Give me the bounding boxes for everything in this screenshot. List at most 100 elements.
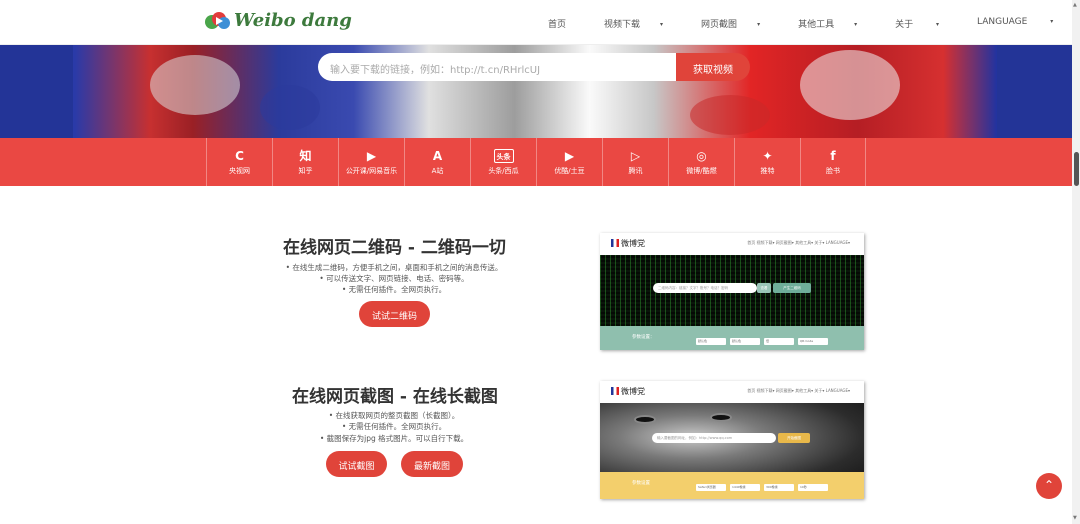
platform-label: 脸书 xyxy=(826,167,840,175)
platform-label: 微博/酷燃 xyxy=(686,167,717,175)
preview-param-bar: 参数设置 Safari浏览器 1440像素 300像素 10秒 xyxy=(600,472,864,499)
nav-item-home[interactable]: 首页 xyxy=(548,17,585,30)
screenshot-bullet: • 无需任何插件。全网页执行。 xyxy=(341,422,447,431)
nav-item-video-download[interactable]: 视频下载 ▾ xyxy=(604,17,682,30)
scrollbar-thumb[interactable] xyxy=(1074,152,1079,186)
platform-label: 腾讯 xyxy=(628,167,643,175)
platform-label: 优酷/土豆 xyxy=(554,167,585,175)
platform-label: 知乎 xyxy=(298,167,313,175)
eye-shape xyxy=(710,413,732,422)
platform-tencent[interactable]: ▷ 腾讯 xyxy=(602,138,668,186)
platform-toutiao[interactable]: 头条 头条/西瓜 xyxy=(470,138,536,186)
platform-label: 央视网 xyxy=(229,167,250,175)
platform-youku[interactable]: ▶ 优酷/土豆 xyxy=(536,138,602,186)
tencent-video-icon: ▷ xyxy=(630,149,641,163)
nav-item-webpage-screenshot[interactable]: 网页截图 ▾ xyxy=(701,17,779,30)
hero-paint-splash xyxy=(690,95,770,135)
preview-select: 低 xyxy=(764,338,794,345)
hero-banner: 输入要下载的链接，例如：http://t.cn/RHrlcUJ 获取视频 xyxy=(0,45,1072,138)
preview-param-bar: 参数设置： 默认色 默认色 低 QR Code xyxy=(600,326,864,350)
navbar: Weibo dang 首页 视频下载 ▾ 网页截图 ▾ 其他工具 ▾ 关于 ▾ LAN… xyxy=(0,0,1072,45)
platform-twitter[interactable]: ✦ 推特 xyxy=(734,138,800,186)
nav-item-about[interactable]: 关于 ▾ xyxy=(895,17,958,30)
preview-select: 10秒 xyxy=(798,484,828,491)
logo-icon xyxy=(205,11,231,31)
try-screenshot-button[interactable]: 试试截图 xyxy=(326,451,387,477)
facebook-icon: f xyxy=(830,149,836,163)
preview-select: 默认色 xyxy=(730,338,760,345)
preview-select: 默认色 xyxy=(696,338,726,345)
platform-label: 公开课/网易音乐 xyxy=(345,167,398,175)
preview-screenshot-input: 输入要截图的网址，例如：http://www.qq.com xyxy=(652,433,776,443)
latest-screenshots-button[interactable]: 最新截图 xyxy=(401,451,463,477)
platform-facebook[interactable]: f 脸书 xyxy=(800,138,866,186)
eye-shape xyxy=(634,415,656,424)
nav-item-language[interactable]: LANGUAGE ▾ xyxy=(977,17,1072,30)
hero-flag-stripe xyxy=(0,45,73,138)
preview-generate-button: 产生二维码 xyxy=(773,283,811,293)
logo[interactable]: Weibo dang xyxy=(205,10,352,31)
video-url-input[interactable]: 输入要下载的链接，例如：http://t.cn/RHrlcUJ xyxy=(318,53,676,81)
twitter-icon: ✦ xyxy=(762,149,773,163)
preview-select: QR Code xyxy=(798,338,828,345)
platform-label: 头条/西瓜 xyxy=(488,167,519,175)
video-play-icon: ▶ xyxy=(366,149,377,163)
platform-label: A站 xyxy=(431,167,444,175)
logo-text: Weibo dang xyxy=(234,10,352,31)
chevron-down-icon: ▾ xyxy=(757,21,761,28)
scroll-to-top-button[interactable]: ⌃ xyxy=(1036,473,1062,499)
screenshot-section-title: 在线网页截图 - 在线长截图 xyxy=(292,387,498,407)
flag-icon xyxy=(611,387,619,395)
preview-header: 微博党 首页 视频下载▾ 网页截图▾ 其他工具▾ 关于▾ LANGUAGE▾ xyxy=(600,233,864,255)
chevron-down-icon: ▾ xyxy=(854,21,858,28)
preview-nav: 首页 视频下载▾ 网页截图▾ 其他工具▾ 关于▾ LANGUAGE▾ xyxy=(747,388,850,393)
preview-start-button: 开始截图 xyxy=(778,433,810,443)
scroll-up-arrow-icon[interactable]: ▲ xyxy=(1073,2,1077,8)
screenshot-preview-image[interactable]: 微博党 首页 视频下载▾ 网页截图▾ 其他工具▾ 关于▾ LANGUAGE▾ 输… xyxy=(600,381,864,499)
youku-icon: ▶ xyxy=(564,149,575,163)
qr-bullet: • 可以传送文字、网页链接、电话、密码等。 xyxy=(319,274,469,283)
preview-header: 微博党 首页 视频下载▾ 网页截图▾ 其他工具▾ 关于▾ LANGUAGE▾ xyxy=(600,381,864,403)
preview-param-label: 参数设置： xyxy=(632,335,655,340)
hero-paint-splash xyxy=(800,50,900,120)
chevron-up-icon: ⌃ xyxy=(1043,478,1055,492)
preview-nav: 首页 视频下载▾ 网页截图▾ 其他工具▾ 关于▾ LANGUAGE▾ xyxy=(747,240,850,245)
get-video-button[interactable]: 获取视频 xyxy=(676,53,750,81)
zhihu-icon: 知 xyxy=(299,149,312,163)
scroll-down-arrow-icon[interactable]: ▼ xyxy=(1073,515,1077,521)
matrix-background: 二维码内容：链接？文字？账号？电话？密码 查看 产生二维码 xyxy=(600,255,864,326)
chevron-down-icon: ▾ xyxy=(936,21,940,28)
platform-weibo[interactable]: ◎ 微博/酷燃 xyxy=(668,138,734,186)
page: Weibo dang 首页 视频下载 ▾ 网页截图 ▾ 其他工具 ▾ 关于 ▾ LAN… xyxy=(0,0,1080,524)
preview-select: 300像素 xyxy=(764,484,794,491)
platform-zhihu[interactable]: 知 知乎 xyxy=(272,138,338,186)
preview-logo: 微博党 xyxy=(611,238,645,249)
preview-logo: 微博党 xyxy=(611,386,645,397)
preview-select: Safari浏览器 xyxy=(696,484,726,491)
preview-select: 1440像素 xyxy=(730,484,760,491)
main-nav: 首页 视频下载 ▾ 网页截图 ▾ 其他工具 ▾ 关于 ▾ LANGUAGE ▾ xyxy=(548,17,1080,30)
platform-acfun[interactable]: A A站 xyxy=(404,138,470,186)
platform-cctv[interactable]: C 央视网 xyxy=(206,138,272,186)
platform-label: 推特 xyxy=(760,167,775,175)
chevron-down-icon: ▾ xyxy=(1050,18,1054,25)
flag-icon xyxy=(611,239,619,247)
acfun-icon: A xyxy=(432,149,443,163)
preview-qr-input: 二维码内容：链接？文字？账号？电话？密码 xyxy=(653,283,757,293)
platform-bar: C 央视网 知 知乎 ▶ 公开课/网易音乐 A A站 头条 头条/西瓜 ▶ 优酷… xyxy=(0,138,1072,186)
qr-bullet: • 在线生成二维码，方便手机之间，桌面和手机之间的消息传送。 xyxy=(285,263,503,272)
screenshot-bullet: • 截图保存为jpg 格式图片。可以自行下载。 xyxy=(319,434,469,443)
hero-paint-splash xyxy=(260,85,320,130)
qr-section-title: 在线网页二维码 - 二维码一切 xyxy=(283,238,506,258)
hero-flag-stripe xyxy=(997,45,1072,138)
try-qr-code-button[interactable]: 试试二维码 xyxy=(359,301,430,327)
cctv-icon: C xyxy=(235,149,244,163)
nav-item-other-tools[interactable]: 其他工具 ▾ xyxy=(798,17,876,30)
qr-preview-image[interactable]: 微博党 首页 视频下载▾ 网页截图▾ 其他工具▾ 关于▾ LANGUAGE▾ 二… xyxy=(600,233,864,350)
platform-open-course[interactable]: ▶ 公开课/网易音乐 xyxy=(338,138,404,186)
preview-view-button: 查看 xyxy=(757,283,771,293)
toutiao-icon: 头条 xyxy=(493,149,514,163)
preview-param-label: 参数设置 xyxy=(632,481,650,486)
scrollbar-track[interactable] xyxy=(1072,0,1080,524)
screenshot-bullet: • 在线获取网页的整页截图（长截图）。 xyxy=(328,411,460,420)
